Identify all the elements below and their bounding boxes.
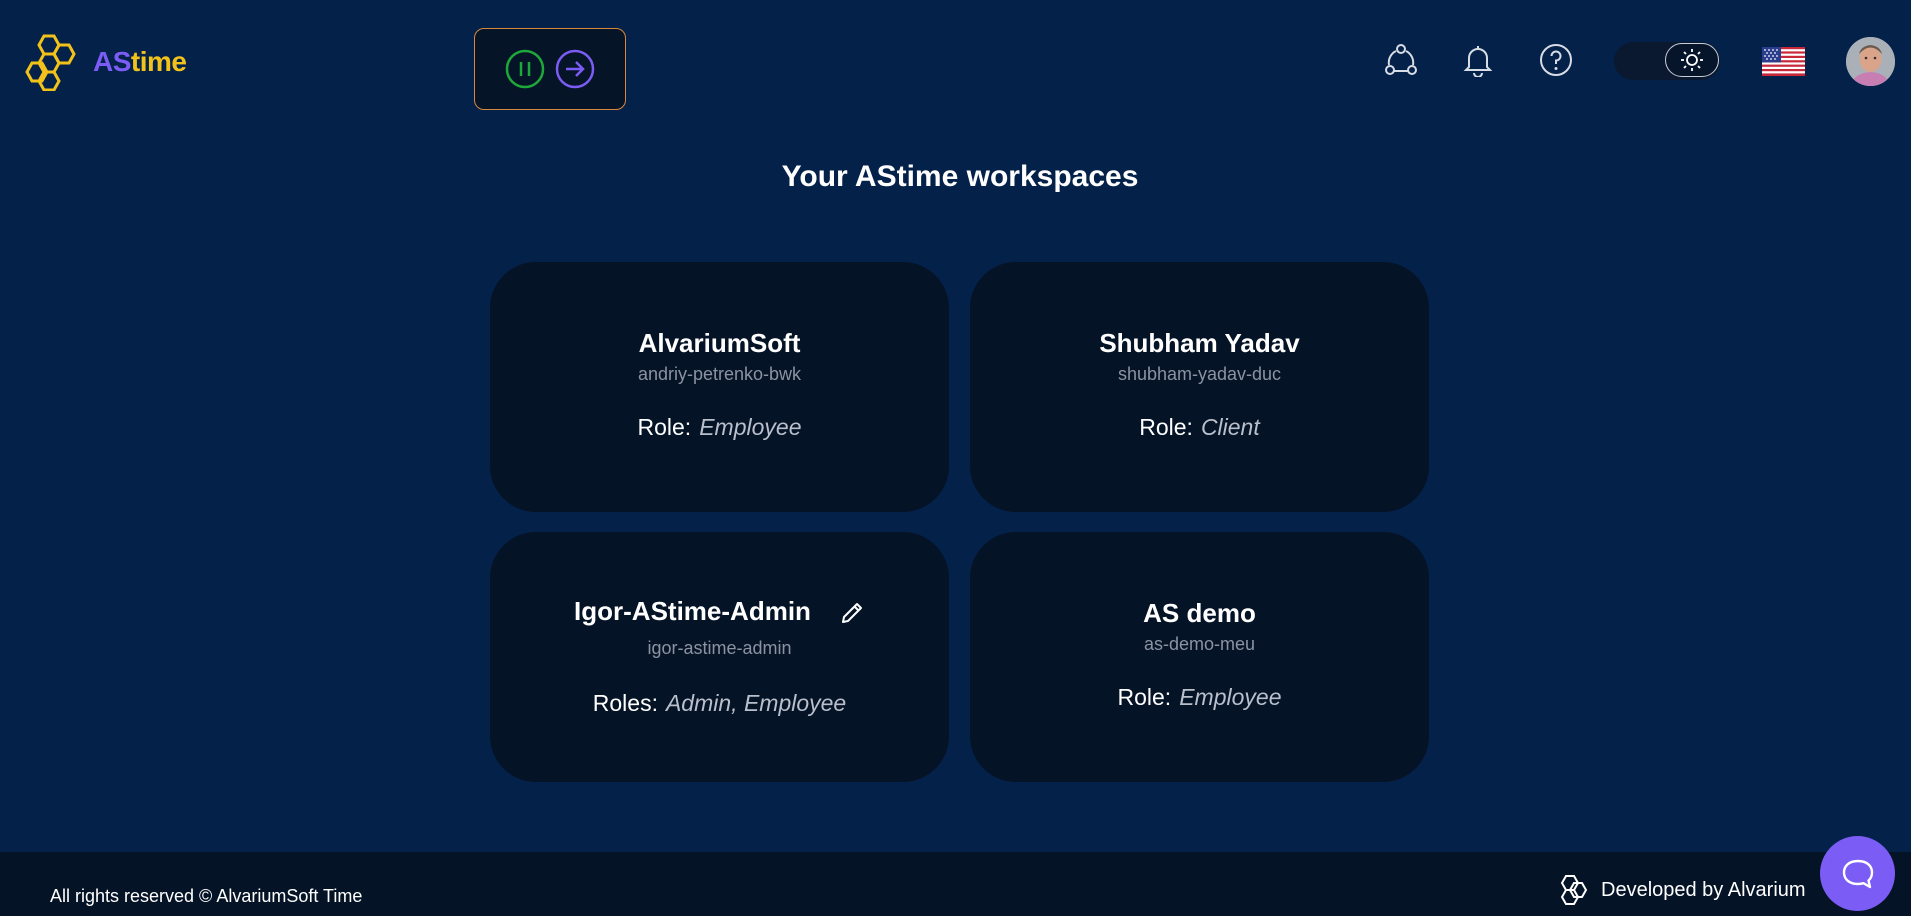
sun-icon xyxy=(1681,49,1703,71)
arrow-right-icon xyxy=(555,49,595,89)
footer: All rights reserved © AlvariumSoft Time … xyxy=(0,852,1911,916)
pencil-icon[interactable] xyxy=(839,600,865,626)
share-button[interactable] xyxy=(1383,42,1419,78)
help-button[interactable] xyxy=(1538,42,1574,78)
theme-toggle[interactable] xyxy=(1614,42,1720,80)
footer-copyright: All rights reserved © AlvariumSoft Time xyxy=(50,886,363,906)
footer-developed-by[interactable]: Developed by Alvarium xyxy=(1557,874,1806,906)
workspace-role: Role: Client xyxy=(970,414,1429,441)
workspace-role: Role: Employee xyxy=(970,684,1429,711)
workspace-slug: shubham-yadav-duc xyxy=(1117,364,1282,384)
workspace-card-igor-astime-admin[interactable]: Igor-AStime-Admin igor-astime-admin Role… xyxy=(490,532,949,782)
timer-control xyxy=(474,28,626,110)
notifications-button[interactable] xyxy=(1460,42,1496,78)
bell-icon xyxy=(1463,46,1493,77)
role-value: Admin, Employee xyxy=(665,690,847,716)
workspace-role: Roles: Admin, Employee xyxy=(490,690,949,717)
workspace-slug: as-demo-meu xyxy=(1143,634,1256,654)
workspace-slug: igor-astime-admin xyxy=(647,638,792,658)
hexagon-logo-icon xyxy=(25,34,76,91)
role-label: Role: xyxy=(637,414,692,440)
workspace-name: Igor-AStime-Admin xyxy=(574,596,811,626)
user-photo xyxy=(1846,37,1895,86)
us-flag-icon[interactable] xyxy=(1762,47,1805,76)
chat-button[interactable] xyxy=(1820,836,1895,911)
workspace-name: AS demo xyxy=(1143,598,1256,628)
role-label: Role: xyxy=(1117,684,1172,710)
role-value: Employee xyxy=(1179,684,1282,710)
chat-bubble-icon xyxy=(1842,859,1873,888)
role-value: Client xyxy=(1200,414,1260,440)
workspace-name-row: Igor-AStime-Admin xyxy=(490,596,949,627)
role-value: Employee xyxy=(699,414,802,440)
share-nodes-icon xyxy=(1385,44,1417,75)
workspace-card-shubham-yadav[interactable]: Shubham Yadav shubham-yadav-duc Role: Cli… xyxy=(970,262,1429,512)
pause-icon xyxy=(505,49,545,89)
help-circle-icon xyxy=(1540,44,1572,76)
header: AStime xyxy=(0,0,1911,125)
page-title: Your AStime workspaces xyxy=(781,160,1139,193)
workspace-role: Role: Employee xyxy=(490,414,949,441)
developed-by-text: Developed by Alvarium xyxy=(1601,878,1806,901)
avatar[interactable] xyxy=(1846,37,1895,86)
hexagon-logo-icon xyxy=(1560,875,1588,905)
next-button[interactable] xyxy=(554,48,596,90)
pause-button[interactable] xyxy=(504,48,546,90)
workspace-name: AlvariumSoft xyxy=(638,328,801,358)
workspace-name: Shubham Yadav xyxy=(1099,328,1300,358)
theme-toggle-knob xyxy=(1665,43,1719,77)
logo-text: AStime xyxy=(93,46,187,77)
workspace-card-as-demo[interactable]: AS demo as-demo-meu Role: Employee xyxy=(970,532,1429,782)
role-label: Role: xyxy=(1139,414,1193,440)
role-label: Roles: xyxy=(592,690,658,716)
app-logo[interactable]: AStime xyxy=(25,33,187,91)
workspace-card-alvariumsoft[interactable]: AlvariumSoft andriy-petrenko-bwk Role: Em… xyxy=(490,262,949,512)
workspace-slug: andriy-petrenko-bwk xyxy=(637,364,802,384)
